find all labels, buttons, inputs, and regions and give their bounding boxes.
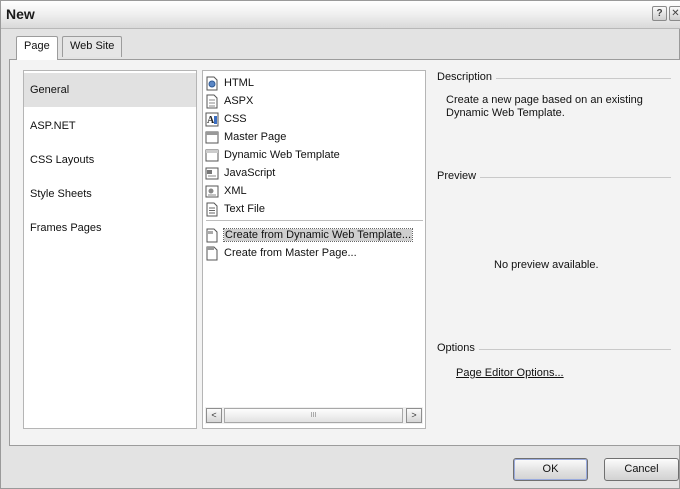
list-item-html[interactable]: HTML	[205, 74, 254, 92]
category-item-aspnet[interactable]: ASP.NET	[24, 109, 196, 143]
cancel-button[interactable]: Cancel	[604, 458, 679, 481]
category-item-css-layouts[interactable]: CSS Layouts	[24, 143, 196, 177]
dwt-create-icon	[205, 228, 219, 243]
scroll-grip-icon: III	[310, 412, 317, 419]
list-item-dynamic-web-template[interactable]: Dynamic Web Template	[205, 146, 340, 164]
page-editor-options-link[interactable]: Page Editor Options...	[456, 367, 564, 379]
html-page-icon	[205, 76, 219, 91]
list-item-javascript[interactable]: JavaScript	[205, 164, 275, 182]
ok-button[interactable]: OK	[513, 458, 588, 481]
aspx-page-icon	[205, 94, 219, 109]
new-dialog: New ? ✕ Page Web Site General ASP.NET CS…	[0, 0, 680, 489]
list-item-css[interactable]: A CSS	[205, 110, 247, 128]
list-item-xml[interactable]: XML	[205, 182, 247, 200]
tab-page-label: Page	[24, 40, 50, 52]
cancel-button-label: Cancel	[624, 463, 659, 475]
category-label: Style Sheets	[30, 188, 92, 200]
list-item-label: Master Page	[224, 131, 287, 143]
dwt-file-icon	[205, 148, 219, 163]
xml-file-icon	[205, 184, 219, 199]
list-separator	[206, 220, 423, 221]
title-bar: New ? ✕	[1, 1, 680, 29]
close-button[interactable]: ✕	[669, 6, 680, 21]
scroll-right-button[interactable]: >	[406, 408, 422, 423]
list-item-label: Dynamic Web Template	[224, 149, 340, 161]
preview-heading: Preview	[437, 170, 481, 182]
list-item-create-from-master[interactable]: Create from Master Page...	[205, 244, 357, 262]
list-item-label: ASPX	[224, 95, 254, 107]
category-label: CSS Layouts	[30, 154, 95, 166]
list-item-label: CSS	[224, 113, 247, 125]
javascript-file-icon	[205, 166, 219, 181]
tab-web-site-label: Web Site	[70, 40, 115, 52]
page-type-list[interactable]: HTML ASPX A CSS Master Page Dynamic Web …	[202, 70, 426, 429]
category-label: General	[30, 84, 70, 96]
description-text: Create a new page based on an existing D…	[446, 94, 643, 119]
category-item-general[interactable]: General	[24, 73, 196, 107]
list-item-create-from-dwt[interactable]: Create from Dynamic Web Template...	[205, 226, 414, 244]
chevron-right-icon: >	[411, 410, 417, 420]
options-heading: Options	[437, 342, 479, 354]
chevron-left-icon: <	[211, 410, 217, 420]
preview-placeholder: No preview available.	[494, 259, 599, 271]
horizontal-scrollbar[interactable]: < III >	[205, 407, 423, 424]
help-button[interactable]: ?	[652, 6, 667, 21]
svg-text:A: A	[207, 115, 215, 126]
css-file-icon: A	[205, 112, 219, 127]
dialog-title: New	[6, 6, 35, 22]
list-item-label: Text File	[224, 203, 265, 215]
list-item-master-page[interactable]: Master Page	[205, 128, 286, 146]
ok-button-label: OK	[542, 463, 559, 475]
scroll-left-button[interactable]: <	[206, 408, 222, 423]
master-page-icon	[205, 130, 219, 145]
list-item-aspx[interactable]: ASPX	[205, 92, 253, 110]
list-item-label: JavaScript	[224, 167, 276, 179]
list-item-label: Create from Master Page...	[224, 247, 357, 259]
category-item-style-sheets[interactable]: Style Sheets	[24, 177, 196, 211]
list-item-label: HTML	[224, 77, 254, 89]
list-item-text-file[interactable]: Text File	[205, 200, 265, 218]
list-item-label: Create from Dynamic Web Template...	[222, 228, 414, 242]
text-file-icon	[205, 202, 219, 217]
category-item-frames-pages[interactable]: Frames Pages	[24, 211, 196, 245]
help-icon: ?	[656, 8, 663, 19]
tab-web-site[interactable]: Web Site	[62, 36, 123, 57]
description-heading: Description	[437, 71, 497, 83]
master-create-icon	[205, 246, 219, 261]
close-icon: ✕	[671, 8, 680, 19]
category-label: Frames Pages	[30, 222, 102, 234]
scroll-thumb[interactable]: III	[224, 408, 403, 423]
category-list[interactable]: General ASP.NET CSS Layouts Style Sheets…	[23, 70, 197, 429]
category-label: ASP.NET	[30, 120, 76, 132]
tab-page[interactable]: Page	[16, 36, 58, 60]
list-item-label: XML	[224, 185, 247, 197]
